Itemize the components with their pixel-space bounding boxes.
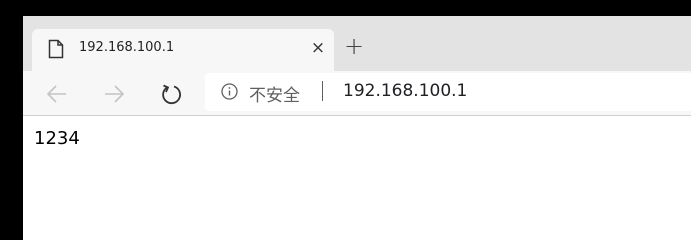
- browser-window: 192.168.100.1 × + 不安全 192.168.100.1 1234: [23, 16, 691, 240]
- new-tab-button[interactable]: +: [342, 34, 366, 59]
- forward-arrow-icon[interactable]: [101, 81, 127, 107]
- close-tab-button[interactable]: ×: [308, 38, 328, 58]
- info-icon[interactable]: [221, 83, 238, 100]
- toolbar: 不安全 192.168.100.1: [23, 71, 691, 116]
- url-text[interactable]: 192.168.100.1: [343, 81, 467, 101]
- page-icon: [48, 39, 64, 59]
- tab-title: 192.168.100.1: [79, 40, 175, 55]
- tab-strip: 192.168.100.1 × +: [23, 16, 691, 72]
- page-content: 1234: [23, 116, 691, 240]
- page-text: 1234: [34, 128, 80, 149]
- address-bar[interactable]: 不安全 192.168.100.1: [205, 73, 691, 111]
- reload-icon[interactable]: [158, 81, 184, 107]
- security-status-label[interactable]: 不安全: [249, 81, 300, 106]
- tab-active[interactable]: 192.168.100.1 ×: [32, 29, 334, 72]
- back-arrow-icon[interactable]: [44, 81, 70, 107]
- divider: [322, 81, 323, 101]
